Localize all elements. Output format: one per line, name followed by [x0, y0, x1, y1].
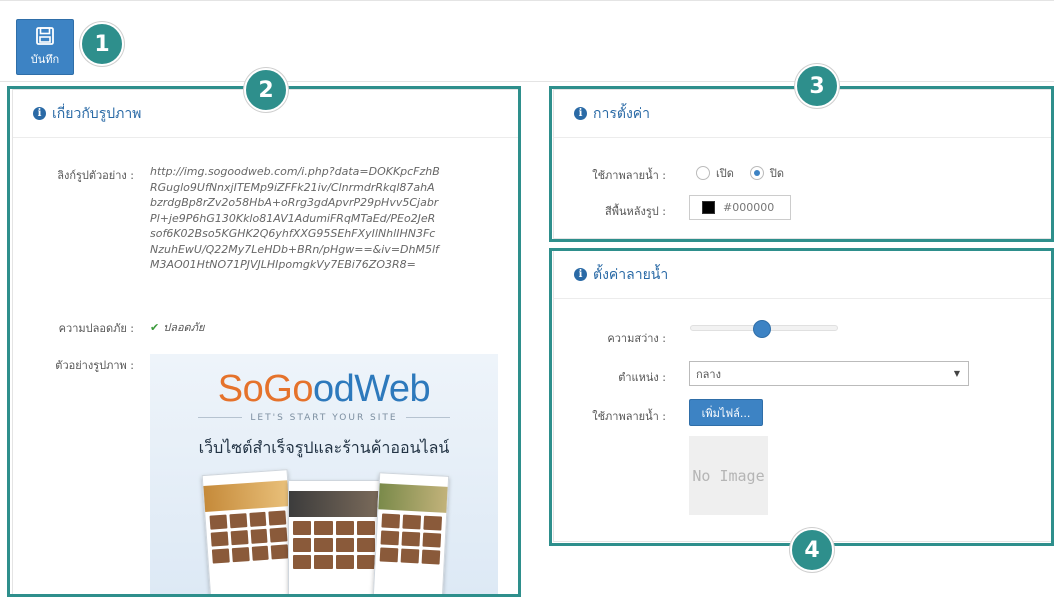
highlight-box-3: [549, 86, 1054, 242]
save-button[interactable]: บันทึก: [16, 19, 74, 75]
highlight-box-2: [7, 86, 521, 597]
top-toolbar: บันทึก: [0, 0, 1054, 82]
floppy-disk-icon: [36, 27, 54, 45]
highlight-box-4: [549, 248, 1054, 546]
step-badge-1: 1: [80, 22, 124, 66]
save-button-label: บันทึก: [30, 53, 60, 66]
step-badge-2: 2: [244, 68, 288, 112]
step-badge-3: 3: [795, 64, 839, 108]
step-badge-4: 4: [790, 528, 834, 572]
